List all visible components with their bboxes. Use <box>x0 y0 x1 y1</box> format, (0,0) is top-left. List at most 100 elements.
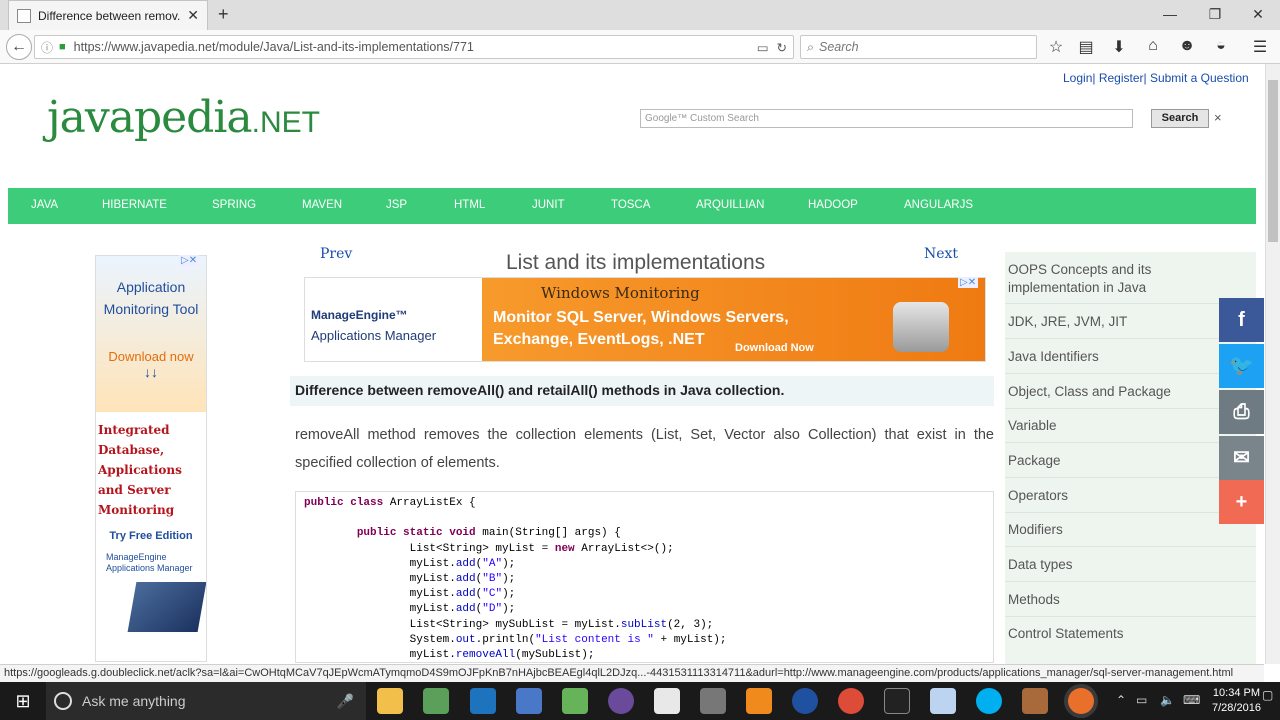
app-icon-7[interactable] <box>930 688 956 714</box>
volume-icon[interactable]: 🔈 <box>1160 693 1175 707</box>
app-icon-4[interactable] <box>654 688 680 714</box>
more-share-button[interactable]: + <box>1219 480 1264 524</box>
browser-tab[interactable]: Difference between remov... ✕ <box>8 0 208 30</box>
cortana-search[interactable]: Ask me anything 🎤 <box>46 682 366 720</box>
menu-item-hadoop[interactable]: HADOOP <box>808 199 858 211</box>
reader-view-icon[interactable]: ▭ <box>757 40 769 55</box>
tab-title: Difference between remov... <box>38 8 182 23</box>
ad-brand: ManageEngine Applications Manager <box>106 552 193 573</box>
top-links[interactable]: Login| Register| Submit a Question <box>1063 71 1249 85</box>
vlc-icon[interactable] <box>746 688 772 714</box>
facebook-share-button[interactable]: f <box>1219 298 1264 342</box>
lock-icon: ■ <box>59 41 66 53</box>
sidebar-item-identifiers[interactable]: Java Identifiers <box>1008 349 1099 364</box>
adchoices-icon[interactable]: ▷✕ <box>179 255 200 266</box>
bookmark-star-icon[interactable]: ☆ <box>1044 37 1068 57</box>
adchoices-icon[interactable]: ▷✕ <box>958 277 979 288</box>
site-logo[interactable]: javapedia.NET <box>47 92 320 143</box>
ad-line-1: Application <box>116 279 186 295</box>
email-share-button[interactable]: ✉ <box>1219 436 1264 480</box>
clock-time: 10:34 PM <box>1212 687 1261 699</box>
ad-line-2: Monitoring Tool <box>103 301 199 317</box>
menu-item-jsp[interactable]: JSP <box>386 199 407 211</box>
cortana-icon <box>54 692 72 710</box>
sidebar-item-methods[interactable]: Methods <box>1008 592 1060 607</box>
menu-item-tosca[interactable]: TOSCA <box>611 199 650 211</box>
home-icon[interactable]: ⌂ <box>1141 37 1165 55</box>
banner-line-1: Monitor SQL Server, Windows Servers, <box>493 309 789 326</box>
menu-item-spring[interactable]: SPRING <box>212 199 256 211</box>
next-link[interactable]: Next <box>924 246 958 262</box>
logo-main: javapedia <box>47 92 253 143</box>
address-bar[interactable]: ⓘ ■ https://www.javapedia.net/module/Jav… <box>34 35 794 59</box>
divider <box>1005 546 1256 547</box>
sidebar-item-object[interactable]: Object, Class and Package <box>1008 384 1171 399</box>
sidebar-item-variable[interactable]: Variable <box>1008 418 1057 433</box>
app-icon-8[interactable] <box>1022 688 1048 714</box>
internet-explorer-icon[interactable] <box>470 688 496 714</box>
scrollbar-thumb[interactable] <box>1268 80 1278 242</box>
new-tab-button[interactable]: + <box>218 4 229 25</box>
menu-item-html[interactable]: HTML <box>454 199 485 211</box>
sidebar-item-operators[interactable]: Operators <box>1008 488 1068 503</box>
close-window-button[interactable]: ✕ <box>1238 6 1278 23</box>
plus-icon: + <box>1235 491 1248 513</box>
pocket-icon[interactable]: ◒ <box>1209 37 1233 55</box>
chrome-icon[interactable] <box>838 688 864 714</box>
info-icon[interactable]: ⓘ <box>41 39 53 56</box>
twitter-share-button[interactable]: 🐦 <box>1219 344 1264 388</box>
url-text: https://www.javapedia.net/module/Java/Li… <box>73 40 474 54</box>
menu-icon[interactable]: ☰ <box>1248 37 1272 57</box>
sidebar-item-control-statements[interactable]: Control Statements <box>1008 626 1124 641</box>
sidebar-item-oops[interactable]: OOPS Concepts and its implementation in … <box>1008 261 1208 297</box>
system-clock[interactable]: 10:34 PM 7/28/2016 <box>1212 686 1261 716</box>
app-icon-3[interactable] <box>562 688 588 714</box>
microphone-icon[interactable]: 🎤 <box>337 693 354 710</box>
search-button[interactable]: Search <box>1151 109 1209 128</box>
minimize-button[interactable]: — <box>1150 6 1190 22</box>
tray-chevron-icon[interactable]: ⌃ <box>1116 693 1126 707</box>
question-heading: Difference between removeAll() and retai… <box>295 382 785 398</box>
network-icon[interactable]: ▭ <box>1136 693 1147 707</box>
close-tab-icon[interactable]: ✕ <box>187 7 199 24</box>
downloads-icon[interactable]: ⬇ <box>1107 37 1131 57</box>
maximize-button[interactable]: ❐ <box>1195 6 1235 23</box>
left-advertisement[interactable]: Application Monitoring Tool Download now… <box>95 255 207 662</box>
banner-advertisement[interactable]: ManageEngine™ Applications Manager Windo… <box>304 277 986 362</box>
app-icon-5[interactable] <box>700 688 726 714</box>
sidebar-item-jdk[interactable]: JDK, JRE, JVM, JIT <box>1008 314 1127 329</box>
divider <box>1005 616 1256 617</box>
firefox-icon[interactable] <box>1068 688 1094 714</box>
menu-item-junit[interactable]: JUNIT <box>532 199 565 211</box>
back-button[interactable]: ← <box>6 34 32 60</box>
chat-icon[interactable]: ☻ <box>1175 37 1199 55</box>
terminal-icon[interactable] <box>884 688 910 714</box>
menu-item-angularjs[interactable]: ANGULARJS <box>904 199 973 211</box>
sidebar-item-data-types[interactable]: Data types <box>1008 557 1073 572</box>
sidebar-item-modifiers[interactable]: Modifiers <box>1008 522 1063 537</box>
skype-icon[interactable] <box>976 688 1002 714</box>
clear-search-icon[interactable]: × <box>1214 110 1222 125</box>
status-bar: https://googleads.g.doubleclick.net/aclk… <box>0 664 1264 682</box>
keyboard-icon[interactable]: ⌨ <box>1183 693 1200 707</box>
browser-search-input[interactable]: ⌕ Search <box>800 35 1037 59</box>
notifications-icon[interactable]: ▢ <box>1262 688 1273 702</box>
sidebar-item-package[interactable]: Package <box>1008 453 1061 468</box>
app-icon-1[interactable] <box>423 688 449 714</box>
prev-link[interactable]: Prev <box>320 246 352 262</box>
twitter-icon: 🐦 <box>1229 355 1254 377</box>
menu-item-hibernate[interactable]: HIBERNATE <box>102 199 167 211</box>
print-button[interactable]: ⎙ <box>1219 390 1264 434</box>
file-explorer-icon[interactable] <box>377 688 403 714</box>
logo-suffix: .NET <box>251 106 320 139</box>
custom-search-input[interactable]: Google™ Custom Search <box>640 109 1133 128</box>
menu-item-maven[interactable]: MAVEN <box>302 199 342 211</box>
app-icon-6[interactable] <box>792 688 818 714</box>
reading-list-icon[interactable]: ▤ <box>1074 37 1098 57</box>
menu-item-arquillian[interactable]: ARQUILLIAN <box>696 199 764 211</box>
reload-icon[interactable]: ↻ <box>777 40 787 55</box>
eclipse-icon[interactable] <box>608 688 634 714</box>
menu-item-java[interactable]: JAVA <box>31 199 58 211</box>
start-button[interactable]: ⊞ <box>0 682 46 720</box>
app-icon-2[interactable] <box>516 688 542 714</box>
